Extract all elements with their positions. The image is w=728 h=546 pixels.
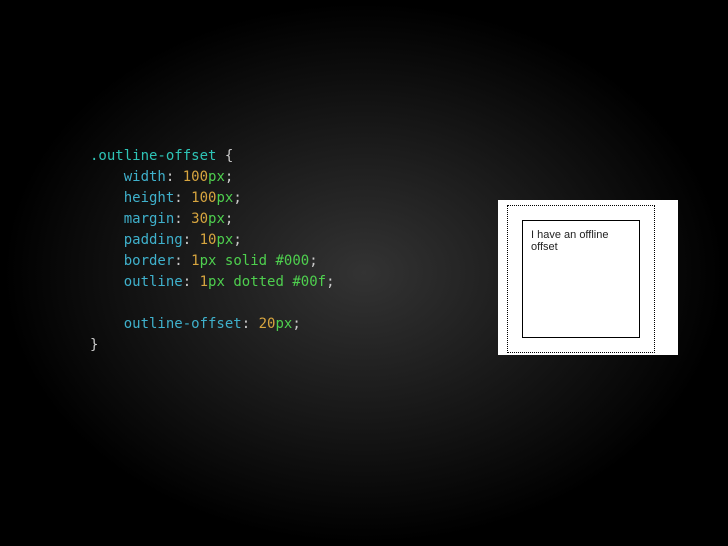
css-property: border [124,253,175,269]
colon: : [183,274,191,290]
demo-outline-box: I have an offline offset [522,220,640,338]
css-unit: px [208,274,225,290]
demo-panel: I have an offline offset [498,200,678,355]
css-code-block: .outline-offset { width: 100px; height: … [90,146,335,356]
css-property: padding [124,232,183,248]
colon: : [174,253,182,269]
css-selector: .outline-offset [90,148,216,164]
css-hex: #000 [276,253,310,269]
css-keyword: dotted [233,274,284,290]
css-unit: px [208,211,225,227]
colon: : [166,169,174,185]
css-number: 1 [191,253,199,269]
slide: .outline-offset { width: 100px; height: … [0,0,728,546]
semicolon: ; [326,274,334,290]
css-property: outline [124,274,183,290]
close-brace: } [90,337,98,353]
css-number: 30 [191,211,208,227]
css-property: height [124,190,175,206]
open-brace: { [225,148,233,164]
semicolon: ; [225,211,233,227]
css-keyword: solid [225,253,267,269]
semicolon: ; [309,253,317,269]
colon: : [174,190,182,206]
colon: : [183,232,191,248]
semicolon: ; [233,232,241,248]
css-unit: px [216,190,233,206]
css-number: 100 [183,169,208,185]
css-property: outline-offset [124,316,242,332]
semicolon: ; [233,190,241,206]
css-number: 1 [200,274,208,290]
css-number: 10 [200,232,217,248]
colon: : [242,316,250,332]
css-unit: px [216,232,233,248]
colon: : [174,211,182,227]
css-number: 20 [259,316,276,332]
css-unit: px [275,316,292,332]
css-unit: px [200,253,217,269]
demo-box-text: I have an offline offset [531,229,608,253]
css-property: width [124,169,166,185]
css-unit: px [208,169,225,185]
semicolon: ; [292,316,300,332]
css-hex: #00f [292,274,326,290]
css-number: 100 [191,190,216,206]
semicolon: ; [225,169,233,185]
css-property: margin [124,211,175,227]
